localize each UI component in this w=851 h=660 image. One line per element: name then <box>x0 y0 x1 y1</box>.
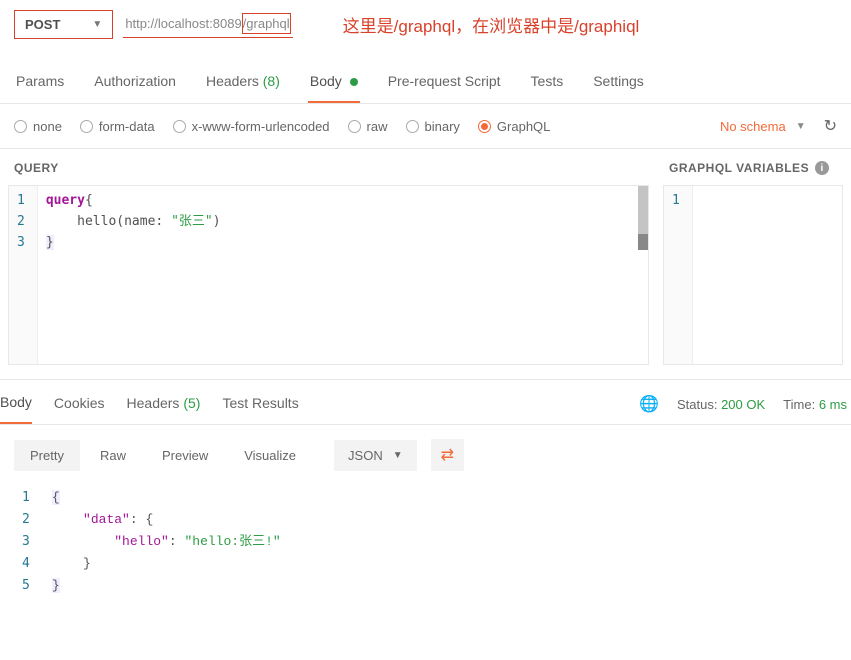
chevron-down-icon: ▼ <box>796 121 806 132</box>
vars-code <box>693 186 842 364</box>
radio-icon <box>406 120 419 133</box>
time-group: Time: 6 ms <box>783 397 847 412</box>
vars-editor-title: GRAPHQL VARIABLES i <box>663 149 843 185</box>
response-code[interactable]: { "data": { "hello": "hello:张三!" } } <box>44 485 289 599</box>
query-editor[interactable]: 123 query{ hello(name: "张三") } <box>8 185 649 365</box>
scrollbar-thumb[interactable] <box>638 234 648 250</box>
rtab-body[interactable]: Body <box>0 384 32 424</box>
http-method-label: POST <box>25 17 60 32</box>
globe-icon[interactable]: 🌐 <box>639 394 659 414</box>
tab-settings[interactable]: Settings <box>591 65 646 103</box>
rtab-test-results[interactable]: Test Results <box>222 385 298 423</box>
view-visualize[interactable]: Visualize <box>228 440 312 471</box>
format-select[interactable]: JSON ▼ <box>334 440 417 471</box>
annotation-text: 这里是/graphql，在浏览器中是/graphiql <box>343 12 640 37</box>
radio-raw[interactable]: raw <box>348 119 388 134</box>
tab-body[interactable]: Body <box>308 65 360 103</box>
tab-headers-label: Headers <box>206 73 259 89</box>
view-pretty[interactable]: Pretty <box>14 440 80 471</box>
query-editor-title: QUERY <box>8 149 649 185</box>
radio-icon <box>478 120 491 133</box>
refresh-schema-icon[interactable]: ↻ <box>824 116 837 136</box>
query-code: query{ hello(name: "张三") } <box>38 186 648 364</box>
radio-binary[interactable]: binary <box>406 119 460 134</box>
http-method-select[interactable]: POST ▼ <box>14 10 113 39</box>
radio-graphql[interactable]: GraphQL <box>478 119 550 134</box>
chevron-down-icon: ▼ <box>393 450 403 461</box>
url-path-highlight: /graphql <box>242 13 291 34</box>
response-gutter: 12345 <box>14 485 44 599</box>
response-body: 12345 { "data": { "hello": "hello:张三!" }… <box>0 485 851 599</box>
schema-label: No schema <box>720 119 786 134</box>
url-input[interactable]: http://localhost:8089/graphql <box>123 12 292 38</box>
schema-select[interactable]: No schema ▼ <box>720 119 806 134</box>
radio-icon <box>173 120 186 133</box>
radio-urlencoded[interactable]: x-www-form-urlencoded <box>173 119 330 134</box>
radio-formdata[interactable]: form-data <box>80 119 155 134</box>
view-raw[interactable]: Raw <box>84 440 142 471</box>
tab-authorization[interactable]: Authorization <box>92 65 178 103</box>
rtab-cookies[interactable]: Cookies <box>54 385 105 423</box>
tab-headers-count: (8) <box>263 73 280 89</box>
body-type-radios: none form-data x-www-form-urlencoded raw… <box>0 104 851 149</box>
rtab-headers[interactable]: Headers (5) <box>127 385 201 423</box>
view-preview[interactable]: Preview <box>146 440 224 471</box>
radio-none[interactable]: none <box>14 119 62 134</box>
tab-params[interactable]: Params <box>14 65 66 103</box>
vars-editor[interactable]: 1 <box>663 185 843 365</box>
query-gutter: 123 <box>9 186 38 364</box>
vars-gutter: 1 <box>664 186 693 364</box>
radio-icon <box>348 120 361 133</box>
tab-tests[interactable]: Tests <box>529 65 566 103</box>
chevron-down-icon: ▼ <box>92 19 102 30</box>
wrap-lines-icon[interactable]: ⇄ <box>431 439 464 471</box>
response-tabs: Body Cookies Headers (5) Test Results 🌐 … <box>0 380 851 425</box>
tab-headers[interactable]: Headers (8) <box>204 65 282 103</box>
request-tabs: Params Authorization Headers (8) Body Pr… <box>0 57 851 104</box>
tab-body-label: Body <box>310 73 342 89</box>
radio-icon <box>14 120 27 133</box>
status-group: Status: 200 OK <box>677 397 765 412</box>
tab-prerequest[interactable]: Pre-request Script <box>386 65 503 103</box>
info-icon[interactable]: i <box>815 161 829 175</box>
url-base: http://localhost:8089 <box>125 16 241 31</box>
response-toolbar: Pretty Raw Preview Visualize JSON ▼ ⇄ <box>0 425 851 485</box>
body-indicator-icon <box>350 78 358 86</box>
radio-icon <box>80 120 93 133</box>
